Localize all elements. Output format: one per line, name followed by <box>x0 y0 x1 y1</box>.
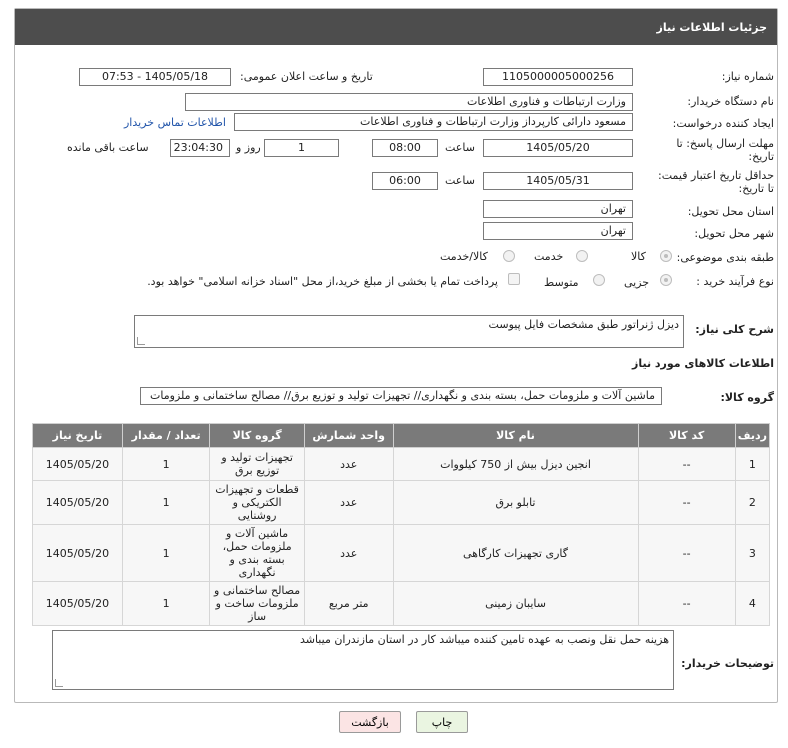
col-header-need-date: تاریخ نیاز <box>32 423 123 448</box>
buyer-notes-text: هزینه حمل نقل ونصب به عهده تامین کننده م… <box>299 633 669 646</box>
days-label: روز و <box>236 141 261 154</box>
remaining-time-field[interactable]: 23:04:30 <box>170 139 230 157</box>
reply-deadline-label-2: تاریخ: <box>748 150 774 163</box>
days-remaining-field[interactable]: 1 <box>264 139 339 157</box>
table-row[interactable]: 2 -- تابلو برق عدد قطعات و تجهیزات الکتر… <box>32 480 771 525</box>
col-header-item-name: نام کالا <box>392 423 639 448</box>
cell-unit: متر مربع <box>303 581 394 626</box>
process-radio-minor[interactable] <box>660 274 672 286</box>
cell-item-code: -- <box>637 524 736 582</box>
category-option-service: خدمت <box>534 250 564 263</box>
category-radio-service[interactable] <box>576 250 588 262</box>
cell-item-name: گاری تجهیزات کارگاهی <box>392 524 639 582</box>
items-table: ردیف کد کالا نام کالا واحد شمارش گروه کا… <box>32 423 771 626</box>
cell-quantity: 1 <box>121 480 211 525</box>
creator-label: ایجاد کننده درخواست: <box>672 117 774 130</box>
cell-item-code: -- <box>637 581 736 626</box>
panel-title: جزئیات اطلاعات نیاز <box>15 9 777 45</box>
creator-field[interactable]: مسعود دارائی کارپرداز وزارت ارتباطات و ف… <box>234 113 633 131</box>
col-header-quantity: تعداد / مقدار <box>121 423 211 448</box>
description-label: شرح کلی نیاز: <box>695 323 774 336</box>
cell-item-name: تابلو برق <box>392 480 639 525</box>
cell-item-code: -- <box>637 480 736 525</box>
goods-info-title: اطلاعات کالاهای مورد نیاز <box>632 357 774 370</box>
cell-unit: عدد <box>303 524 394 582</box>
treasury-payment-note: پرداخت تمام یا بخشی از مبلغ خرید،از محل … <box>147 275 498 288</box>
need-number-label: شماره نیاز: <box>721 70 774 83</box>
cell-quantity: 1 <box>121 524 211 582</box>
cell-row-number: 4 <box>734 581 771 626</box>
cell-item-name: انجین دیزل بیش از 750 کیلووات <box>392 447 639 481</box>
price-validity-label-2: تا تاریخ: <box>738 182 774 195</box>
col-header-row-number: ردیف <box>734 423 771 448</box>
category-radio-goods[interactable] <box>660 250 672 262</box>
contact-info-link[interactable]: اطلاعات تماس خریدار <box>124 116 226 129</box>
resize-handle-icon[interactable] <box>137 337 145 345</box>
back-button[interactable]: بازگشت <box>339 711 401 733</box>
category-option-goods-service: کالا/خدمت <box>440 250 488 263</box>
process-radio-medium[interactable] <box>593 274 605 286</box>
description-textarea[interactable]: دیزل ژنراتور طبق مشخصات فایل پیوست <box>134 315 684 348</box>
category-radio-goods-service[interactable] <box>503 250 515 262</box>
cell-item-code: -- <box>637 447 736 481</box>
category-option-goods: کالا <box>631 250 646 263</box>
cell-quantity: 1 <box>121 447 211 481</box>
reply-deadline-label: مهلت ارسال پاسخ: تا <box>676 137 774 150</box>
city-label: شهر محل تحویل: <box>694 227 774 240</box>
remaining-time-label: ساعت باقی مانده <box>67 141 149 154</box>
price-validity-time-label: ساعت <box>445 174 475 187</box>
reply-date-field[interactable]: 1405/05/20 <box>483 139 633 157</box>
goods-group-field[interactable]: ماشین آلات و ملزومات حمل، بسته بندی و نگ… <box>140 387 662 405</box>
need-number-field[interactable]: 1105000005000256 <box>483 68 633 86</box>
price-validity-time-field[interactable]: 06:00 <box>372 172 438 190</box>
treasury-payment-checkbox[interactable] <box>508 273 520 285</box>
buyer-notes-label: توضیحات خریدار: <box>681 657 774 670</box>
reply-time-label: ساعت <box>445 141 475 154</box>
cell-item-group: ماشین آلات و ملزومات حمل، بسته بندی و نگ… <box>209 524 305 582</box>
description-text: دیزل ژنراتور طبق مشخصات فایل پیوست <box>488 318 679 331</box>
price-validity-date-field[interactable]: 1405/05/31 <box>483 172 633 190</box>
col-header-unit: واحد شمارش <box>303 423 394 448</box>
cell-item-name: سایبان زمینی <box>392 581 639 626</box>
province-label: استان محل تحویل: <box>687 205 774 218</box>
announce-date-field[interactable]: 1405/05/18 - 07:53 <box>79 68 231 86</box>
city-field[interactable]: تهران <box>483 222 633 240</box>
table-header-row: ردیف کد کالا نام کالا واحد شمارش گروه کا… <box>32 423 771 448</box>
cell-row-number: 3 <box>734 524 771 582</box>
cell-row-number: 1 <box>734 447 771 481</box>
table-row[interactable]: 1 -- انجین دیزل بیش از 750 کیلووات عدد ت… <box>32 447 771 481</box>
table-row[interactable]: 4 -- سایبان زمینی متر مربع مصالح ساختمان… <box>32 581 771 626</box>
process-option-minor: جزیی <box>624 276 650 289</box>
category-label: طبقه بندی موضوعی: <box>676 251 774 264</box>
cell-need-date: 1405/05/20 <box>32 480 123 525</box>
cell-need-date: 1405/05/20 <box>32 447 123 481</box>
buyer-org-label: نام دستگاه خریدار: <box>687 95 774 108</box>
cell-row-number: 2 <box>734 480 771 525</box>
price-validity-label: حداقل تاریخ اعتبار قیمت: <box>658 169 774 182</box>
process-label: نوع فرآیند خرید : <box>696 275 774 288</box>
print-button[interactable]: چاپ <box>416 711 468 733</box>
cell-need-date: 1405/05/20 <box>32 524 123 582</box>
cell-item-group: قطعات و تجهیزات الکتریکی و روشنایی <box>209 480 305 525</box>
announce-label: تاریخ و ساعت اعلان عمومی: <box>240 70 373 83</box>
goods-group-label: گروه کالا: <box>720 391 774 404</box>
resize-handle-icon[interactable] <box>55 679 63 687</box>
table-row[interactable]: 3 -- گاری تجهیزات کارگاهی عدد ماشین آلات… <box>32 524 771 582</box>
process-option-medium: متوسط <box>544 276 579 289</box>
cell-quantity: 1 <box>121 581 211 626</box>
cell-item-group: مصالح ساختمانی و ملزومات ساخت و ساز <box>209 581 305 626</box>
cell-need-date: 1405/05/20 <box>32 581 123 626</box>
col-header-item-code: کد کالا <box>637 423 736 448</box>
buyer-notes-textarea[interactable]: هزینه حمل نقل ونصب به عهده تامین کننده م… <box>52 630 674 690</box>
cell-item-group: تجهیزات تولید و توزیع برق <box>209 447 305 481</box>
cell-unit: عدد <box>303 447 394 481</box>
buyer-org-field[interactable]: وزارت ارتباطات و فناوری اطلاعات <box>185 93 633 111</box>
reply-time-field[interactable]: 08:00 <box>372 139 438 157</box>
cell-unit: عدد <box>303 480 394 525</box>
col-header-item-group: گروه کالا <box>209 423 305 448</box>
province-field[interactable]: تهران <box>483 200 633 218</box>
